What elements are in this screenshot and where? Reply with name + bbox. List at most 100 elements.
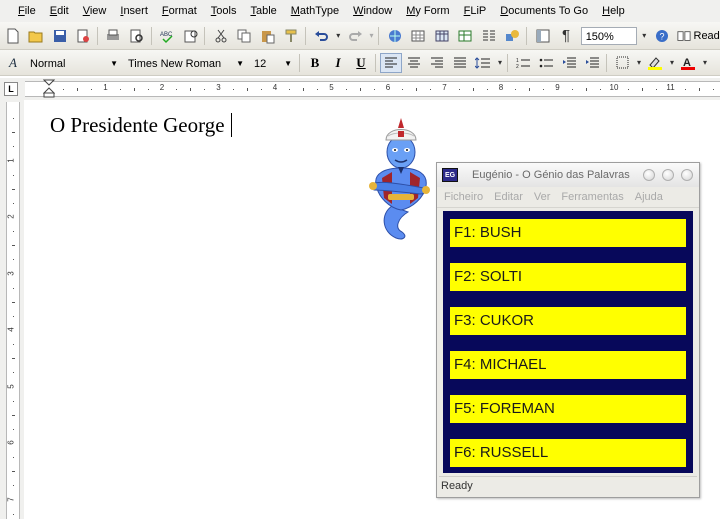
suggestion-item[interactable]: F2: SOLTI bbox=[450, 263, 686, 291]
menu-tools[interactable]: Tools bbox=[204, 0, 244, 22]
align-left-icon[interactable] bbox=[380, 52, 402, 73]
help-icon[interactable]: ? bbox=[651, 26, 672, 46]
highlight-dropdown-icon[interactable]: ▾ bbox=[668, 53, 676, 73]
styles-icon[interactable]: A bbox=[2, 53, 24, 73]
ruler-number: 1 bbox=[6, 157, 16, 163]
menu-ficheiro[interactable]: Ficheiro bbox=[444, 191, 483, 203]
suggestion-item[interactable]: F1: BUSH bbox=[450, 219, 686, 247]
ruler-tick bbox=[599, 89, 601, 90]
decrease-indent-icon[interactable] bbox=[558, 53, 580, 73]
bullets-icon[interactable] bbox=[535, 53, 557, 73]
ruler-tick bbox=[13, 146, 14, 148]
style-select[interactable]: Normal ▼ bbox=[26, 54, 122, 72]
menu-bar: File Edit View Insert Format Tools Table… bbox=[0, 0, 720, 22]
line-spacing-dropdown-icon[interactable]: ▾ bbox=[496, 53, 504, 73]
undo-dropdown-icon[interactable]: ▾ bbox=[334, 26, 342, 46]
ruler-tick bbox=[260, 89, 262, 90]
justify-icon[interactable] bbox=[449, 53, 471, 73]
zoom-dropdown-icon[interactable]: ▾ bbox=[639, 26, 649, 46]
italic-button[interactable]: I bbox=[327, 53, 349, 73]
menu-ferramentas[interactable]: Ferramentas bbox=[561, 191, 623, 203]
menu-help[interactable]: Help bbox=[595, 0, 632, 22]
close-icon[interactable] bbox=[681, 169, 693, 181]
genie-icon[interactable] bbox=[362, 114, 440, 244]
genio-window[interactable]: EG Eugénio - O Génio das Palavras Fichei… bbox=[436, 162, 700, 498]
menu-format[interactable]: Format bbox=[155, 0, 204, 22]
ruler-tick bbox=[416, 88, 418, 91]
menu-documents-to-go[interactable]: Documents To Go bbox=[493, 0, 595, 22]
window-title-bar[interactable]: EG Eugénio - O Génio das Palavras bbox=[437, 163, 699, 187]
font-color-icon[interactable]: A bbox=[677, 53, 699, 73]
format-painter-icon[interactable] bbox=[281, 26, 302, 46]
open-icon[interactable] bbox=[25, 26, 46, 46]
ruler-tick bbox=[13, 315, 14, 317]
insert-table-icon[interactable] bbox=[431, 26, 452, 46]
columns-icon[interactable] bbox=[478, 26, 499, 46]
menu-mathtype[interactable]: MathType bbox=[284, 0, 346, 22]
menu-file[interactable]: File bbox=[0, 0, 43, 22]
copy-icon[interactable] bbox=[234, 26, 255, 46]
insert-excel-icon[interactable] bbox=[455, 26, 476, 46]
menu-ajuda[interactable]: Ajuda bbox=[635, 191, 663, 203]
minimize-icon[interactable] bbox=[643, 169, 655, 181]
show-hide-icon[interactable]: ¶ bbox=[555, 26, 576, 46]
menu-my-form[interactable]: My Form bbox=[399, 0, 456, 22]
spelling-icon[interactable]: ABC bbox=[156, 26, 177, 46]
drawing-icon[interactable] bbox=[501, 26, 522, 46]
indent-marker-icon[interactable] bbox=[43, 79, 55, 99]
tables-borders-icon[interactable] bbox=[408, 26, 429, 46]
borders-icon[interactable] bbox=[611, 53, 633, 73]
redo-icon[interactable] bbox=[344, 26, 365, 46]
ruler-tick bbox=[77, 88, 79, 91]
zoom-select[interactable]: 150% bbox=[580, 26, 638, 45]
menu-editar[interactable]: Editar bbox=[494, 191, 523, 203]
document-map-icon[interactable] bbox=[532, 26, 553, 46]
new-icon[interactable] bbox=[2, 26, 23, 46]
maximize-icon[interactable] bbox=[662, 169, 674, 181]
numbering-icon[interactable]: 12 bbox=[512, 53, 534, 73]
document-text[interactable]: O Presidente George bbox=[50, 113, 232, 138]
suggestion-item[interactable]: F5: FOREMAN bbox=[450, 395, 686, 423]
ruler-tick bbox=[12, 245, 15, 247]
align-right-icon[interactable] bbox=[426, 53, 448, 73]
suggestion-item[interactable]: F4: MICHAEL bbox=[450, 351, 686, 379]
menu-table[interactable]: Table bbox=[243, 0, 283, 22]
underline-button[interactable]: U bbox=[350, 53, 372, 73]
vertical-ruler[interactable]: 1 2 3 4 5 6 7 bbox=[6, 102, 20, 519]
menu-window[interactable]: Window bbox=[346, 0, 399, 22]
print-icon[interactable] bbox=[103, 26, 124, 46]
paste-icon[interactable] bbox=[257, 26, 278, 46]
horizontal-ruler[interactable]: 1 2 3 4 5 6 7 8 9 10 11 bbox=[25, 79, 720, 99]
research-icon[interactable] bbox=[180, 26, 201, 46]
align-center-icon[interactable] bbox=[403, 53, 425, 73]
menu-flip[interactable]: FLiP bbox=[457, 0, 494, 22]
line-spacing-icon[interactable] bbox=[472, 53, 494, 73]
undo-icon[interactable] bbox=[311, 26, 332, 46]
ruler-tick bbox=[204, 89, 206, 90]
bold-button[interactable]: B bbox=[304, 53, 326, 73]
suggestion-item[interactable]: F3: CUKOR bbox=[450, 307, 686, 335]
cut-icon[interactable] bbox=[210, 26, 231, 46]
font-color-dropdown-icon[interactable]: ▾ bbox=[701, 53, 709, 73]
hyperlink-icon[interactable] bbox=[384, 26, 405, 46]
print-preview-icon[interactable] bbox=[126, 26, 147, 46]
font-select[interactable]: Times New Roman ▼ bbox=[124, 54, 248, 72]
increase-indent-icon[interactable] bbox=[581, 53, 603, 73]
highlight-icon[interactable] bbox=[644, 53, 666, 73]
menu-ver[interactable]: Ver bbox=[534, 191, 551, 203]
ruler-tick bbox=[13, 428, 14, 430]
save-icon[interactable] bbox=[49, 26, 70, 46]
redo-dropdown-icon[interactable]: ▾ bbox=[368, 26, 376, 46]
menu-insert[interactable]: Insert bbox=[113, 0, 155, 22]
menu-edit[interactable]: Edit bbox=[43, 0, 76, 22]
tab-selector-icon[interactable]: L bbox=[4, 82, 18, 96]
permission-icon[interactable] bbox=[72, 26, 93, 46]
read-button[interactable]: Read bbox=[676, 29, 720, 43]
borders-dropdown-icon[interactable]: ▾ bbox=[635, 53, 643, 73]
menu-view[interactable]: View bbox=[76, 0, 114, 22]
style-dropdown-icon: ▼ bbox=[110, 58, 118, 68]
size-select[interactable]: 12 ▼ bbox=[250, 54, 296, 72]
suggestion-item[interactable]: F6: RUSSELL bbox=[450, 439, 686, 467]
ruler-number: 4 bbox=[272, 83, 278, 92]
ruler-tick bbox=[176, 89, 178, 90]
